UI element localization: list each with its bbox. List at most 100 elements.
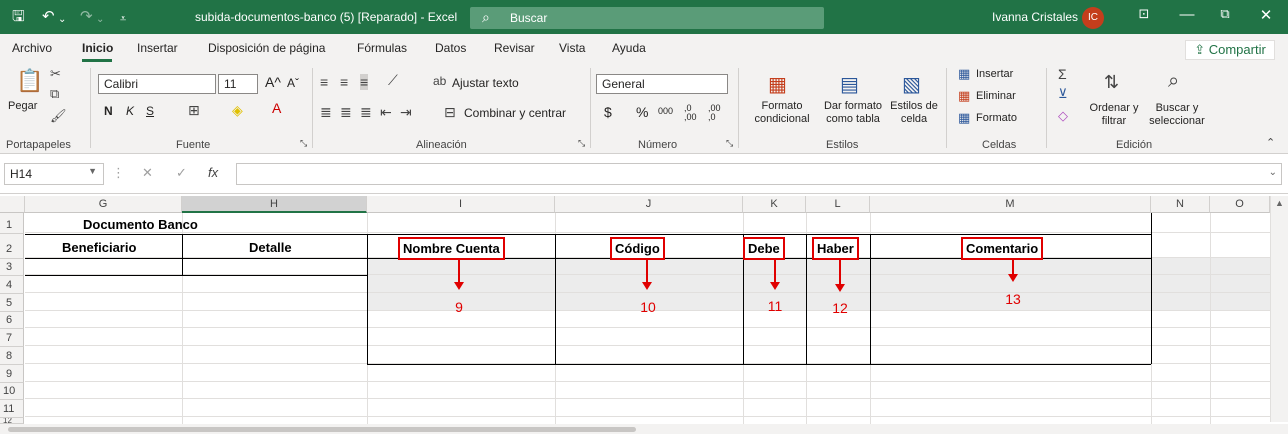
- search-box[interactable]: ⌕ Buscar: [470, 7, 824, 29]
- cut-icon[interactable]: ✂: [50, 66, 61, 82]
- paste-label[interactable]: Pegar: [8, 100, 37, 113]
- paste-icon[interactable]: 📋: [16, 68, 43, 94]
- decrease-decimal-button[interactable]: ,00 ,0: [708, 104, 726, 122]
- expand-formula-icon[interactable]: ⌄: [1269, 167, 1277, 178]
- header-comentario[interactable]: Comentario: [961, 237, 1044, 260]
- column-header-h[interactable]: H: [182, 196, 367, 213]
- customize-qat-icon[interactable]: ⩡: [120, 10, 126, 28]
- column-header-o[interactable]: O: [1210, 196, 1270, 213]
- percent-button[interactable]: %: [636, 104, 648, 120]
- number-launcher-icon[interactable]: ⤡: [726, 138, 733, 149]
- sort-filter-icon[interactable]: ⇅: [1104, 72, 1119, 93]
- maximize-icon[interactable]: ⧉: [1210, 6, 1240, 22]
- close-icon[interactable]: ✕: [1251, 6, 1281, 24]
- cell-styles-icon[interactable]: ▧: [902, 72, 921, 97]
- shrink-font-icon[interactable]: Aˇ: [287, 76, 299, 90]
- delete-cells-icon[interactable]: ▦: [958, 88, 970, 104]
- sort-filter-button[interactable]: Ordenar y filtrar: [1086, 102, 1142, 128]
- row-header-5[interactable]: 5: [0, 294, 24, 312]
- tab-ayuda[interactable]: Ayuda: [612, 41, 646, 55]
- vertical-scrollbar[interactable]: ▲: [1270, 196, 1288, 422]
- format-table-icon[interactable]: ▤: [840, 72, 859, 97]
- insert-function-icon[interactable]: fx: [208, 165, 218, 180]
- enter-icon[interactable]: ✓: [176, 165, 187, 181]
- undo-dropdown-icon[interactable]: ⌄: [58, 11, 66, 29]
- row-header-11[interactable]: 11: [0, 400, 24, 418]
- increase-decimal-button[interactable]: ,0 ,00: [684, 104, 702, 122]
- column-header-g[interactable]: G: [25, 196, 182, 213]
- clear-icon[interactable]: ◇: [1058, 108, 1068, 124]
- tab-archivo[interactable]: Archivo: [12, 41, 52, 55]
- format-cells-icon[interactable]: ▦: [958, 110, 970, 126]
- insert-cells-icon[interactable]: ▦: [958, 66, 970, 82]
- align-top-icon[interactable]: ≡: [320, 74, 328, 90]
- name-box[interactable]: H14 ▼: [4, 163, 104, 185]
- wrap-text-button[interactable]: Ajustar texto: [452, 76, 519, 90]
- italic-button[interactable]: K: [126, 104, 134, 118]
- wrap-text-icon[interactable]: ab: [433, 74, 446, 88]
- align-left-icon[interactable]: ≣: [320, 104, 332, 121]
- alignment-launcher-icon[interactable]: ⤡: [578, 138, 585, 149]
- currency-button[interactable]: $: [604, 104, 612, 120]
- align-bottom-icon[interactable]: ≡: [360, 74, 369, 90]
- header-nombre-cuenta[interactable]: Nombre Cuenta: [398, 237, 505, 260]
- column-header-m[interactable]: M: [870, 196, 1151, 213]
- save-icon[interactable]: 🖫: [12, 8, 25, 26]
- sheet-title[interactable]: Documento Banco: [83, 217, 198, 232]
- merge-icon[interactable]: ⊟: [444, 104, 456, 121]
- tab-inicio[interactable]: Inicio: [82, 41, 113, 55]
- find-select-button[interactable]: Buscar y seleccionar: [1142, 102, 1212, 128]
- collapse-ribbon-icon[interactable]: ⌃: [1266, 136, 1275, 149]
- select-all-corner[interactable]: [0, 196, 25, 213]
- tab-datos[interactable]: Datos: [435, 41, 466, 55]
- header-beneficiario[interactable]: Beneficiario: [62, 240, 136, 255]
- row-header-4[interactable]: 4: [0, 276, 24, 294]
- header-haber[interactable]: Haber: [812, 237, 859, 260]
- format-as-table-button[interactable]: Dar formato como tabla: [818, 100, 888, 126]
- font-size-select[interactable]: 11: [218, 74, 258, 94]
- undo-icon[interactable]: ↶: [42, 8, 55, 26]
- row-header-2[interactable]: 2: [0, 234, 24, 259]
- fill-icon[interactable]: ⊻: [1058, 86, 1068, 102]
- horizontal-scrollbar[interactable]: [0, 424, 1288, 434]
- font-launcher-icon[interactable]: ⤡: [300, 138, 307, 149]
- find-select-icon[interactable]: ⌕: [1168, 70, 1179, 93]
- grow-font-icon[interactable]: A^: [265, 74, 281, 90]
- row-header-10[interactable]: 10: [0, 383, 24, 400]
- increase-indent-icon[interactable]: ⇥: [400, 104, 412, 121]
- column-header-k[interactable]: K: [743, 196, 806, 213]
- ribbon-display-icon[interactable]: ⊡: [1129, 6, 1159, 22]
- scroll-up-icon[interactable]: ▲: [1275, 198, 1284, 208]
- bold-button[interactable]: N: [104, 104, 113, 118]
- thousands-button[interactable]: 000: [658, 106, 673, 116]
- align-middle-icon[interactable]: ≡: [340, 74, 348, 90]
- conditional-format-button[interactable]: Formato condicional: [744, 100, 820, 126]
- minimize-icon[interactable]: —: [1172, 6, 1202, 23]
- cancel-icon[interactable]: ✕: [142, 165, 153, 181]
- orientation-icon[interactable]: ⟋: [388, 72, 398, 89]
- share-button[interactable]: ⇪ Compartir: [1185, 40, 1275, 60]
- autosum-icon[interactable]: Σ: [1058, 66, 1067, 82]
- row-header-7[interactable]: 7: [0, 329, 24, 347]
- font-name-select[interactable]: Calibri: [98, 74, 216, 94]
- borders-icon[interactable]: ⊞: [188, 102, 200, 119]
- row-header-8[interactable]: 8: [0, 347, 24, 365]
- fill-color-icon[interactable]: ◈: [232, 102, 243, 119]
- merge-center-button[interactable]: Combinar y centrar: [464, 106, 566, 120]
- copy-icon[interactable]: ⧉: [50, 86, 59, 102]
- tab-insertar[interactable]: Insertar: [137, 41, 178, 55]
- column-header-n[interactable]: N: [1151, 196, 1210, 213]
- conditional-format-icon[interactable]: ▦: [768, 72, 787, 97]
- column-header-l[interactable]: L: [806, 196, 870, 213]
- tab-disposicion[interactable]: Disposición de página: [208, 41, 325, 55]
- row-header-6[interactable]: 6: [0, 312, 24, 329]
- align-right-icon[interactable]: ≣: [360, 104, 372, 121]
- insert-cells-button[interactable]: Insertar: [976, 68, 1013, 80]
- avatar[interactable]: IC: [1082, 7, 1104, 29]
- format-painter-icon[interactable]: 🖌: [50, 108, 67, 124]
- scroll-thumb[interactable]: [8, 427, 636, 432]
- format-cells-button[interactable]: Formato: [976, 112, 1017, 124]
- font-color-icon[interactable]: A: [272, 100, 281, 116]
- header-detalle[interactable]: Detalle: [249, 240, 292, 255]
- number-format-select[interactable]: General: [596, 74, 728, 94]
